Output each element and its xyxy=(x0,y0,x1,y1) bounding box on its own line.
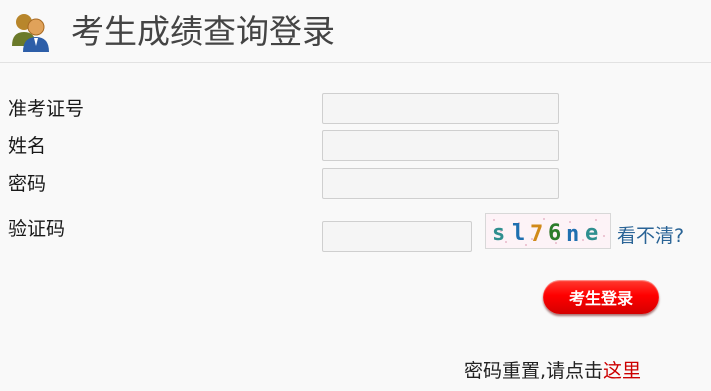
login-button[interactable]: 考生登录 xyxy=(543,280,659,314)
svg-text:l: l xyxy=(512,221,525,246)
name-input[interactable] xyxy=(322,130,559,161)
exam-id-input[interactable] xyxy=(322,93,559,124)
captcha-input[interactable] xyxy=(322,221,472,252)
password-reset-link[interactable]: 这里 xyxy=(603,360,641,382)
password-label: 密码 xyxy=(8,173,47,195)
page-title: 考生成绩查询登录 xyxy=(71,12,335,51)
password-reset-line: 密码重置,请点击这里 xyxy=(464,359,641,383)
svg-text:n: n xyxy=(566,222,579,247)
password-reset-text: 密码重置,请点击 xyxy=(464,360,604,382)
exam-id-label: 准考证号 xyxy=(8,98,85,120)
captcha-image[interactable]: s l 7 6 n e xyxy=(485,213,611,249)
captcha-label: 验证码 xyxy=(8,218,66,240)
page-header: 考生成绩查询登录 xyxy=(0,0,711,63)
svg-text:7: 7 xyxy=(530,222,543,247)
svg-text:6: 6 xyxy=(548,221,561,246)
name-label: 姓名 xyxy=(8,135,47,157)
svg-text:e: e xyxy=(585,221,598,246)
svg-text:s: s xyxy=(492,221,505,246)
password-input[interactable] xyxy=(322,168,559,199)
refresh-captcha-link[interactable]: 看不清? xyxy=(617,224,684,248)
users-icon xyxy=(10,12,52,52)
